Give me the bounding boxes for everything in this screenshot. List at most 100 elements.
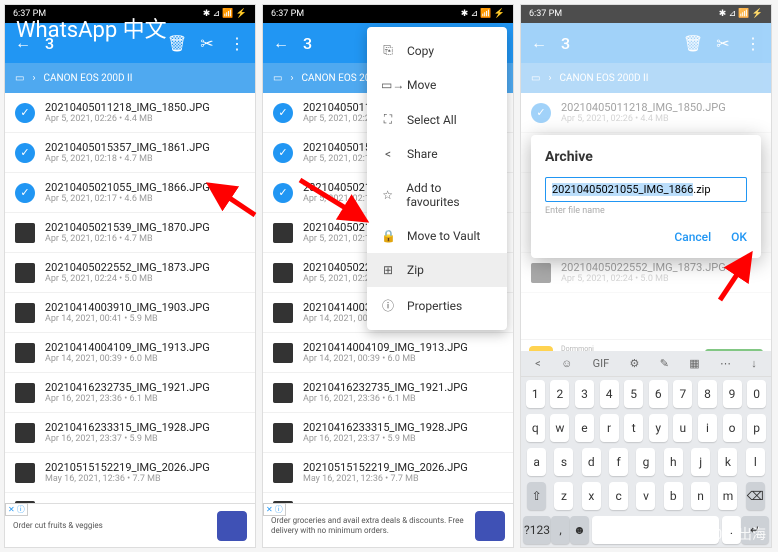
screen-1: 6:37 PM ✱ ⊿ 📶 ⚡ ← 3 🗑 ✂ ⋮ ▭ › CANON EOS … xyxy=(4,4,256,548)
file-meta: Apr 5, 2021, 02:24 • 5.0 MB xyxy=(45,274,245,284)
file-row[interactable]: 20210515152219_IMG_2026.JPGMay 16, 2021,… xyxy=(263,453,513,493)
file-row[interactable]: 20210414004109_IMG_1913.JPGApr 14, 2021,… xyxy=(5,333,255,373)
menu-item-copy[interactable]: ⎘Copy xyxy=(367,33,507,68)
key[interactable]: h xyxy=(664,448,683,476)
key[interactable]: k xyxy=(718,448,737,476)
menu-item-share[interactable]: <Share xyxy=(367,137,507,171)
thumbnail xyxy=(15,463,35,483)
file-meta: Apr 5, 2021, 02:18 • 4.7 MB xyxy=(45,154,245,164)
key[interactable]: 6 xyxy=(649,380,668,408)
more-icon[interactable]: ⋮ xyxy=(229,35,245,51)
check-icon: ✓ xyxy=(273,103,293,123)
back-icon[interactable]: ← xyxy=(273,35,289,51)
file-row[interactable]: 20210416232735_IMG_1921.JPGApr 16, 2021,… xyxy=(5,373,255,413)
key[interactable]: 2 xyxy=(550,380,569,408)
menu-item-move-to-vault[interactable]: 🔒Move to Vault xyxy=(367,219,507,253)
file-row[interactable]: 20210405021539_IMG_1870.JPGApr 5, 2021, … xyxy=(5,213,255,253)
cancel-button[interactable]: Cancel xyxy=(674,230,711,244)
key[interactable]: c xyxy=(609,482,628,510)
file-name: 20210405022552_IMG_1873.JPG xyxy=(45,261,245,274)
key[interactable]: a xyxy=(527,448,546,476)
thumbnail xyxy=(273,423,293,443)
properties-icon: ⓘ xyxy=(381,297,395,314)
file-name: 20210414004109_IMG_1913.JPG xyxy=(303,341,503,354)
ok-button[interactable]: OK xyxy=(731,230,747,244)
key[interactable]: f xyxy=(609,448,628,476)
file-row[interactable]: 20210414004109_IMG_1913.JPGApr 14, 2021,… xyxy=(263,333,513,373)
key[interactable]: d xyxy=(582,448,601,476)
file-row[interactable]: ✓20210405011218_IMG_1850.JPGApr 5, 2021,… xyxy=(5,93,255,133)
file-list[interactable]: ✓20210405011218_IMG_1850.JPGApr 5, 2021,… xyxy=(5,93,255,530)
key[interactable]: t xyxy=(624,414,643,442)
key[interactable]: n xyxy=(691,482,710,510)
kb-tool[interactable]: ⚙ xyxy=(630,357,640,370)
cut-icon[interactable]: ✂ xyxy=(199,35,215,51)
kb-tool[interactable]: ⋯ xyxy=(720,357,731,370)
key[interactable]: j xyxy=(691,448,710,476)
key[interactable]: s xyxy=(554,448,573,476)
filename-input[interactable]: 20210405021055_IMG_1866.zip xyxy=(545,177,747,202)
key[interactable]: p xyxy=(747,414,766,442)
key[interactable]: 8 xyxy=(698,380,717,408)
key[interactable]: ⇧ xyxy=(527,482,546,510)
kb-tool[interactable]: ↓ xyxy=(751,357,757,370)
kb-tool[interactable]: GIF xyxy=(593,357,610,370)
file-row[interactable]: 20210515152219_IMG_2026.JPGMay 16, 2021,… xyxy=(5,453,255,493)
key[interactable]: 1 xyxy=(526,380,545,408)
ad-close-icon[interactable]: ✕ ⓘ xyxy=(5,503,28,516)
key[interactable]: , xyxy=(551,516,570,544)
delete-icon[interactable]: 🗑 xyxy=(169,35,185,51)
key[interactable]: y xyxy=(649,414,668,442)
key[interactable]: m xyxy=(718,482,737,510)
ad-close-icon[interactable]: ✕ ⓘ xyxy=(263,503,286,516)
file-row[interactable]: ✓20210405021055_IMG_1866.JPGApr 5, 2021,… xyxy=(5,173,255,213)
key[interactable]: w xyxy=(550,414,569,442)
file-row[interactable]: 20210416233315_IMG_1928.JPGApr 16, 2021,… xyxy=(5,413,255,453)
key[interactable]: z xyxy=(554,482,573,510)
kb-tool[interactable]: ✎ xyxy=(660,357,669,370)
keyboard[interactable]: < ☺ GIF ⚙ ✎ ▦ ⋯ ↓ 1234567890 qwertyuiop asdfghjkl ⇧… xyxy=(521,351,771,547)
file-row[interactable]: ✓20210405015357_IMG_1861.JPGApr 5, 2021,… xyxy=(5,133,255,173)
key[interactable]: 4 xyxy=(600,380,619,408)
ad-banner[interactable]: ✕ ⓘ Order groceries and avail extra deal… xyxy=(263,503,513,547)
key[interactable]: v xyxy=(636,482,655,510)
key[interactable]: 0 xyxy=(747,380,766,408)
key[interactable]: 5 xyxy=(624,380,643,408)
kb-tool[interactable]: ☺ xyxy=(561,357,572,370)
file-row[interactable]: 20210414003910_IMG_1903.JPGApr 14, 2021,… xyxy=(5,293,255,333)
key[interactable]: ☻ xyxy=(570,516,589,544)
key[interactable]: 7 xyxy=(673,380,692,408)
key[interactable]: ⌫ xyxy=(746,482,765,510)
key[interactable]: q xyxy=(526,414,545,442)
key[interactable]: o xyxy=(723,414,742,442)
menu-item-select-all[interactable]: ⛶Select All xyxy=(367,102,507,137)
menu-item-add-to-favourites[interactable]: ☆Add to favourites xyxy=(367,171,507,219)
key[interactable]: x xyxy=(582,482,601,510)
file-row[interactable]: 20210405022552_IMG_1873.JPGApr 5, 2021, … xyxy=(5,253,255,293)
input-hint: Enter file name xyxy=(545,206,747,216)
kb-tool[interactable]: < xyxy=(535,357,541,370)
file-row[interactable]: 20210416233315_IMG_1928.JPGApr 16, 2021,… xyxy=(263,413,513,453)
key[interactable]: g xyxy=(636,448,655,476)
move-icon: ▭→ xyxy=(381,78,395,92)
ad-text: Order cut fruits & veggies xyxy=(13,521,211,531)
ad-banner[interactable]: ✕ ⓘ Order cut fruits & veggies xyxy=(5,503,255,547)
key[interactable]: i xyxy=(698,414,717,442)
key[interactable]: r xyxy=(600,414,619,442)
menu-item-properties[interactable]: ⓘProperties xyxy=(367,287,507,324)
file-row[interactable]: 20210416232735_IMG_1921.JPGApr 16, 2021,… xyxy=(263,373,513,413)
key[interactable]: 3 xyxy=(575,380,594,408)
thumbnail xyxy=(273,223,293,243)
breadcrumb[interactable]: ▭ › CANON EOS 200D II xyxy=(5,63,255,93)
key[interactable]: u xyxy=(673,414,692,442)
thumbnail xyxy=(273,263,293,283)
status-icons: ✱ ⊿ 📶 ⚡ xyxy=(203,9,247,19)
menu-item-move[interactable]: ▭→Move xyxy=(367,68,507,102)
menu-item-zip[interactable]: ⊞Zip xyxy=(367,253,507,287)
key[interactable]: l xyxy=(746,448,765,476)
kb-tool[interactable]: ▦ xyxy=(689,357,699,370)
key[interactable]: b xyxy=(664,482,683,510)
key[interactable]: 9 xyxy=(723,380,742,408)
key[interactable]: e xyxy=(575,414,594,442)
key[interactable]: ?123 xyxy=(523,516,551,544)
